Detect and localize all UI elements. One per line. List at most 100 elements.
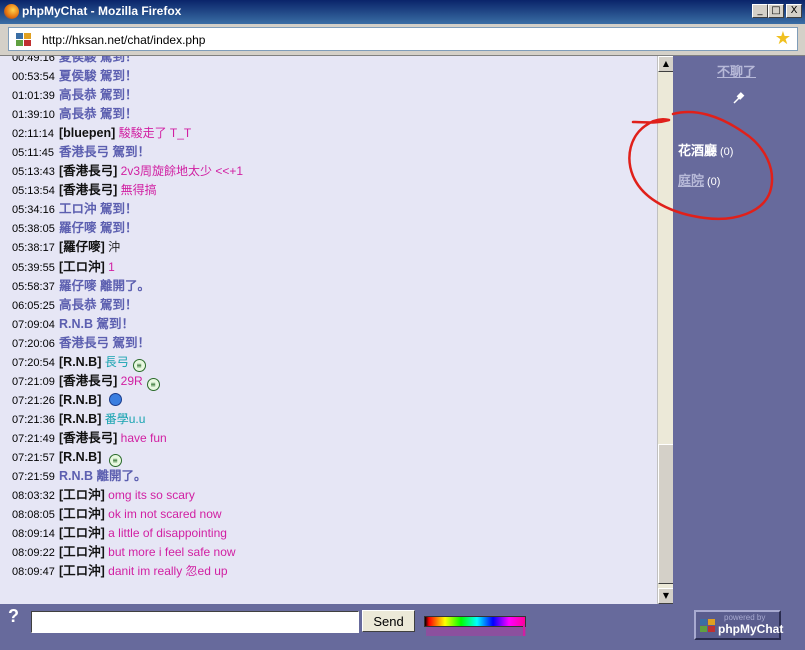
message-timestamp: 05:39:55 [12, 261, 55, 274]
message-text: R.N.B 離開了。 [59, 469, 147, 484]
message-nick: [工ロ沖] [59, 526, 105, 541]
message-text: 香港長弓 駕到！ [59, 335, 150, 350]
message-text: 高長恭 駕到！ [59, 107, 138, 122]
message-timestamp: 05:58:37 [12, 280, 55, 293]
message-text: 29R [120, 373, 143, 388]
powered-by-text: powered by [724, 613, 766, 622]
message-timestamp: 08:08:05 [12, 509, 55, 522]
message-text: 夏侯駿 駕到！ [59, 69, 138, 84]
close-button[interactable]: X [786, 4, 802, 18]
message-nick: [工ロ沖] [59, 545, 105, 560]
url-field[interactable]: http://hksan.net/chat/index.php ★ [8, 27, 798, 51]
room-item[interactable]: 花酒廳 (0) [678, 140, 733, 159]
minimize-button[interactable]: _ [752, 4, 768, 18]
message-timestamp: 05:38:17 [12, 242, 55, 255]
message-nick: [R.N.B] [59, 392, 102, 407]
scroll-down-button[interactable]: ▼ [658, 588, 674, 604]
message-timestamp: 08:09:22 [12, 547, 55, 560]
help-icon[interactable]: ? [8, 606, 19, 627]
bookmark-star-icon[interactable]: ★ [775, 28, 791, 49]
message-row: 05:34:16 工ロ沖 駕到！ [12, 200, 652, 219]
message-row: 08:09:47 [工ロ沖] danit im really 忽ed up [12, 562, 652, 581]
selected-color-swatch [426, 627, 526, 636]
message-row: 01:39:10 高長恭 駕到！ [12, 105, 652, 124]
message-nick: [羅仔嘜] [59, 240, 105, 255]
message-nick: [R.N.B] [59, 354, 102, 369]
message-row: 07:21:36 [R.N.B] 番學u.u [12, 410, 652, 429]
message-row: 07:21:59 R.N.B 離開了。 [12, 467, 652, 486]
message-text: 高長恭 駕到！ [59, 88, 138, 103]
message-row: 07:21:57 [R.N.B] ≡ [12, 448, 652, 467]
message-row: 05:13:43 [香港長弓] 2v3周旋餘地太少 <<+1 [12, 162, 652, 181]
message-nick: [香港長弓] [59, 373, 118, 388]
message-input[interactable] [31, 611, 359, 633]
message-nick: [香港長弓] [59, 183, 118, 198]
powered-by-logo[interactable]: powered by phpMyChat [694, 610, 784, 640]
message-row: 07:20:54 [R.N.B] 長弓 ≡ [12, 353, 652, 372]
message-text: 駿駿走了 T_T [118, 126, 192, 141]
window-titlebar: phpMyChat - Mozilla Firefox _ □ X [0, 0, 805, 24]
message-text: omg its so scary [108, 488, 195, 503]
message-nick: [R.N.B] [59, 449, 102, 464]
message-text: danit im really 忽ed up [108, 564, 228, 579]
send-button[interactable]: Send [362, 610, 415, 632]
message-text: 無得搞 [120, 183, 157, 198]
message-nick: [R.N.B] [59, 411, 102, 426]
message-pane: 00:49:16 夏侯駿 駕到！ 00:53:54 夏侯駿 駕到！ 01:01:39 高長… [0, 56, 657, 604]
message-text: 羅仔嘜 駕到！ [59, 221, 138, 236]
message-text: 工ロ沖 駕到！ [59, 202, 138, 217]
message-row: 02:11:14 [bluepen] 駿駿走了 T_T [12, 124, 652, 143]
message-row: 05:58:37 羅仔嘜 離開了。 [12, 277, 652, 296]
message-row: 05:39:55 [工ロ沖] 1 [12, 258, 652, 277]
message-timestamp: 08:03:32 [12, 490, 55, 503]
message-text: ok im not scared now [108, 507, 222, 522]
color-picker[interactable] [424, 616, 526, 636]
color-marker [523, 624, 525, 636]
message-nick: [工ロ沖] [59, 488, 105, 503]
message-timestamp: 08:09:47 [12, 566, 55, 579]
message-timestamp: 06:05:25 [12, 299, 55, 312]
message-row: 01:01:39 高長恭 駕到！ [12, 86, 652, 105]
scroll-thumb[interactable] [658, 444, 674, 584]
room-count: (0) [720, 146, 734, 158]
message-row: 05:38:05 羅仔嘜 駕到！ [12, 219, 652, 238]
pin-icon[interactable] [731, 90, 747, 106]
message-nick: [bluepen] [59, 126, 116, 141]
message-nick: [工ロ沖] [59, 259, 105, 274]
message-row: 06:05:25 高長恭 駕到！ [12, 296, 652, 315]
message-timestamp: 00:53:54 [12, 71, 55, 84]
message-text: 1 [108, 259, 115, 274]
message-timestamp: 07:21:36 [12, 413, 55, 426]
blue-smiley-icon [108, 392, 122, 406]
message-nick: [香港長弓] [59, 430, 118, 445]
message-timestamp: 05:13:54 [12, 185, 55, 198]
message-timestamp: 07:21:59 [12, 471, 55, 484]
room-name: 庭院 [678, 173, 705, 188]
message-row: 07:21:49 [香港長弓] have fun [12, 429, 652, 448]
message-timestamp: 02:11:14 [12, 128, 55, 141]
message-text: 香港長弓 駕到！ [59, 145, 150, 160]
firefox-icon [4, 4, 19, 19]
site-icon [16, 33, 31, 46]
message-row: 00:49:16 夏侯駿 駕到！ [12, 56, 652, 67]
room-name: 花酒廳 [678, 143, 718, 158]
address-bar: http://hksan.net/chat/index.php ★ [0, 24, 805, 56]
grin-smiley-icon: ≡ [108, 453, 122, 467]
message-text: 羅仔嘜 離開了。 [59, 278, 150, 293]
message-text: 夏侯駿 駕到！ [59, 56, 138, 64]
scroll-up-button[interactable]: ▲ [658, 56, 674, 72]
message-row: 08:08:05 [工ロ沖] ok im not scared now [12, 505, 652, 524]
message-nick: [工ロ沖] [59, 564, 105, 579]
maximize-button[interactable]: □ [768, 4, 784, 18]
message-timestamp: 07:20:54 [12, 356, 55, 369]
phpmychat-text: phpMyChat [718, 622, 784, 636]
message-nick: [工ロ沖] [59, 507, 105, 522]
message-text: 番學u.u [104, 411, 146, 426]
color-spectrum[interactable] [424, 616, 526, 627]
exit-link[interactable]: 不聊了 [717, 61, 756, 80]
vertical-scrollbar[interactable]: ▲ ▼ [657, 56, 674, 604]
message-text: have fun [120, 430, 167, 445]
message-row: 07:21:09 [香港長弓] 29R ≡ [12, 372, 652, 391]
message-text: 長弓 [104, 354, 129, 369]
room-item[interactable]: 庭院 (0) [678, 170, 720, 189]
